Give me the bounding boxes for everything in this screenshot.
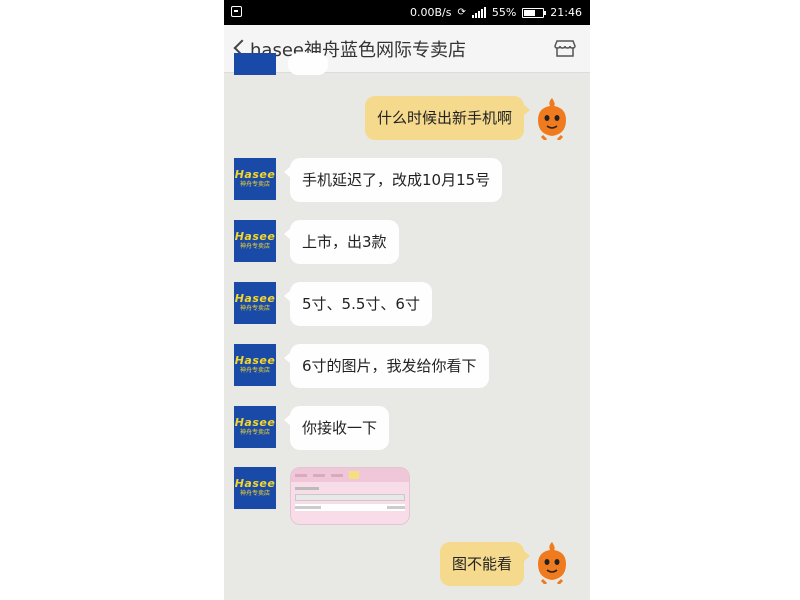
avatar-brand: Hasee — [234, 292, 276, 305]
message-bubble-partial — [288, 53, 328, 75]
avatar-sub: 神舟专卖店 — [239, 181, 270, 188]
message-bubble-outgoing[interactable]: 什么时候出新手机啊 — [364, 96, 531, 140]
thumbnail-row — [295, 504, 405, 511]
signal-icon — [471, 7, 486, 18]
store-icon[interactable] — [554, 37, 576, 59]
thumbnail-row — [295, 486, 405, 491]
user-avatar-icon — [538, 542, 566, 586]
avatar-brand: Hasee — [234, 416, 276, 429]
message-bubble-incoming[interactable]: 手机延迟了，改成10月15号 — [283, 158, 503, 202]
shop-avatar[interactable]: Hasee 神舟专卖店 — [234, 282, 276, 324]
status-bar: 0.00B/s ⟳ 55% 21:46 — [224, 0, 590, 25]
avatar-brand: Hasee — [234, 354, 276, 367]
avatar-brand: Hasee — [234, 168, 276, 181]
notification-icon — [231, 6, 242, 17]
user-avatar[interactable] — [532, 96, 572, 142]
avatar-sub: 神舟专卖店 — [239, 490, 270, 497]
avatar-partial — [234, 53, 276, 75]
shop-avatar[interactable]: Hasee 神舟专卖店 — [234, 220, 276, 262]
avatar-sub: 神舟专卖店 — [239, 429, 270, 436]
battery-percent: 55% — [491, 6, 517, 19]
chat-header: hasee神舟蓝色网际专卖店 — [224, 25, 590, 73]
shop-avatar[interactable]: Hasee 神舟专卖店 — [234, 344, 276, 386]
chat-title: hasee神舟蓝色网际专卖店 — [250, 39, 466, 61]
message-bubble-incoming[interactable]: 6寸的图片，我发给你看下 — [284, 344, 489, 388]
message-bubble-incoming[interactable]: 上市，出3款 — [284, 220, 399, 264]
thumbnail-tabs — [291, 468, 409, 482]
user-avatar[interactable] — [532, 540, 572, 586]
battery-icon — [522, 7, 547, 18]
thumbnail-progress — [295, 494, 405, 501]
avatar-brand: Hasee — [234, 477, 276, 490]
clock: 21:46 — [550, 6, 582, 19]
message-bubble-incoming[interactable]: 5寸、5.5寸、6寸 — [284, 282, 432, 326]
user-avatar-icon — [538, 98, 566, 142]
message-bubble-outgoing[interactable]: 图不能看 — [439, 542, 531, 586]
avatar-sub: 神舟专卖店 — [239, 305, 270, 312]
shop-avatar[interactable]: Hasee 神舟专卖店 — [234, 158, 276, 200]
network-speed: 0.00B/s — [409, 6, 452, 19]
avatar-sub: 神舟专卖店 — [239, 243, 270, 250]
shop-avatar[interactable]: Hasee 神舟专卖店 — [234, 467, 276, 509]
avatar-brand: Hasee — [234, 230, 276, 243]
rotate-icon: ⟳ — [457, 7, 466, 18]
phone-screen: 0.00B/s ⟳ 55% 21:46 hasee神舟蓝色网际专卖店 什么时候出… — [224, 0, 590, 600]
message-bubble-incoming[interactable]: 你接收一下 — [283, 406, 390, 450]
message-list[interactable]: 什么时候出新手机啊 Hasee 神舟专卖店 手机延迟了，改成10月15号 Has… — [224, 53, 590, 600]
image-message-thumbnail[interactable] — [290, 467, 410, 525]
avatar-sub: 神舟专卖店 — [239, 367, 270, 374]
shop-avatar[interactable]: Hasee 神舟专卖店 — [234, 406, 276, 448]
